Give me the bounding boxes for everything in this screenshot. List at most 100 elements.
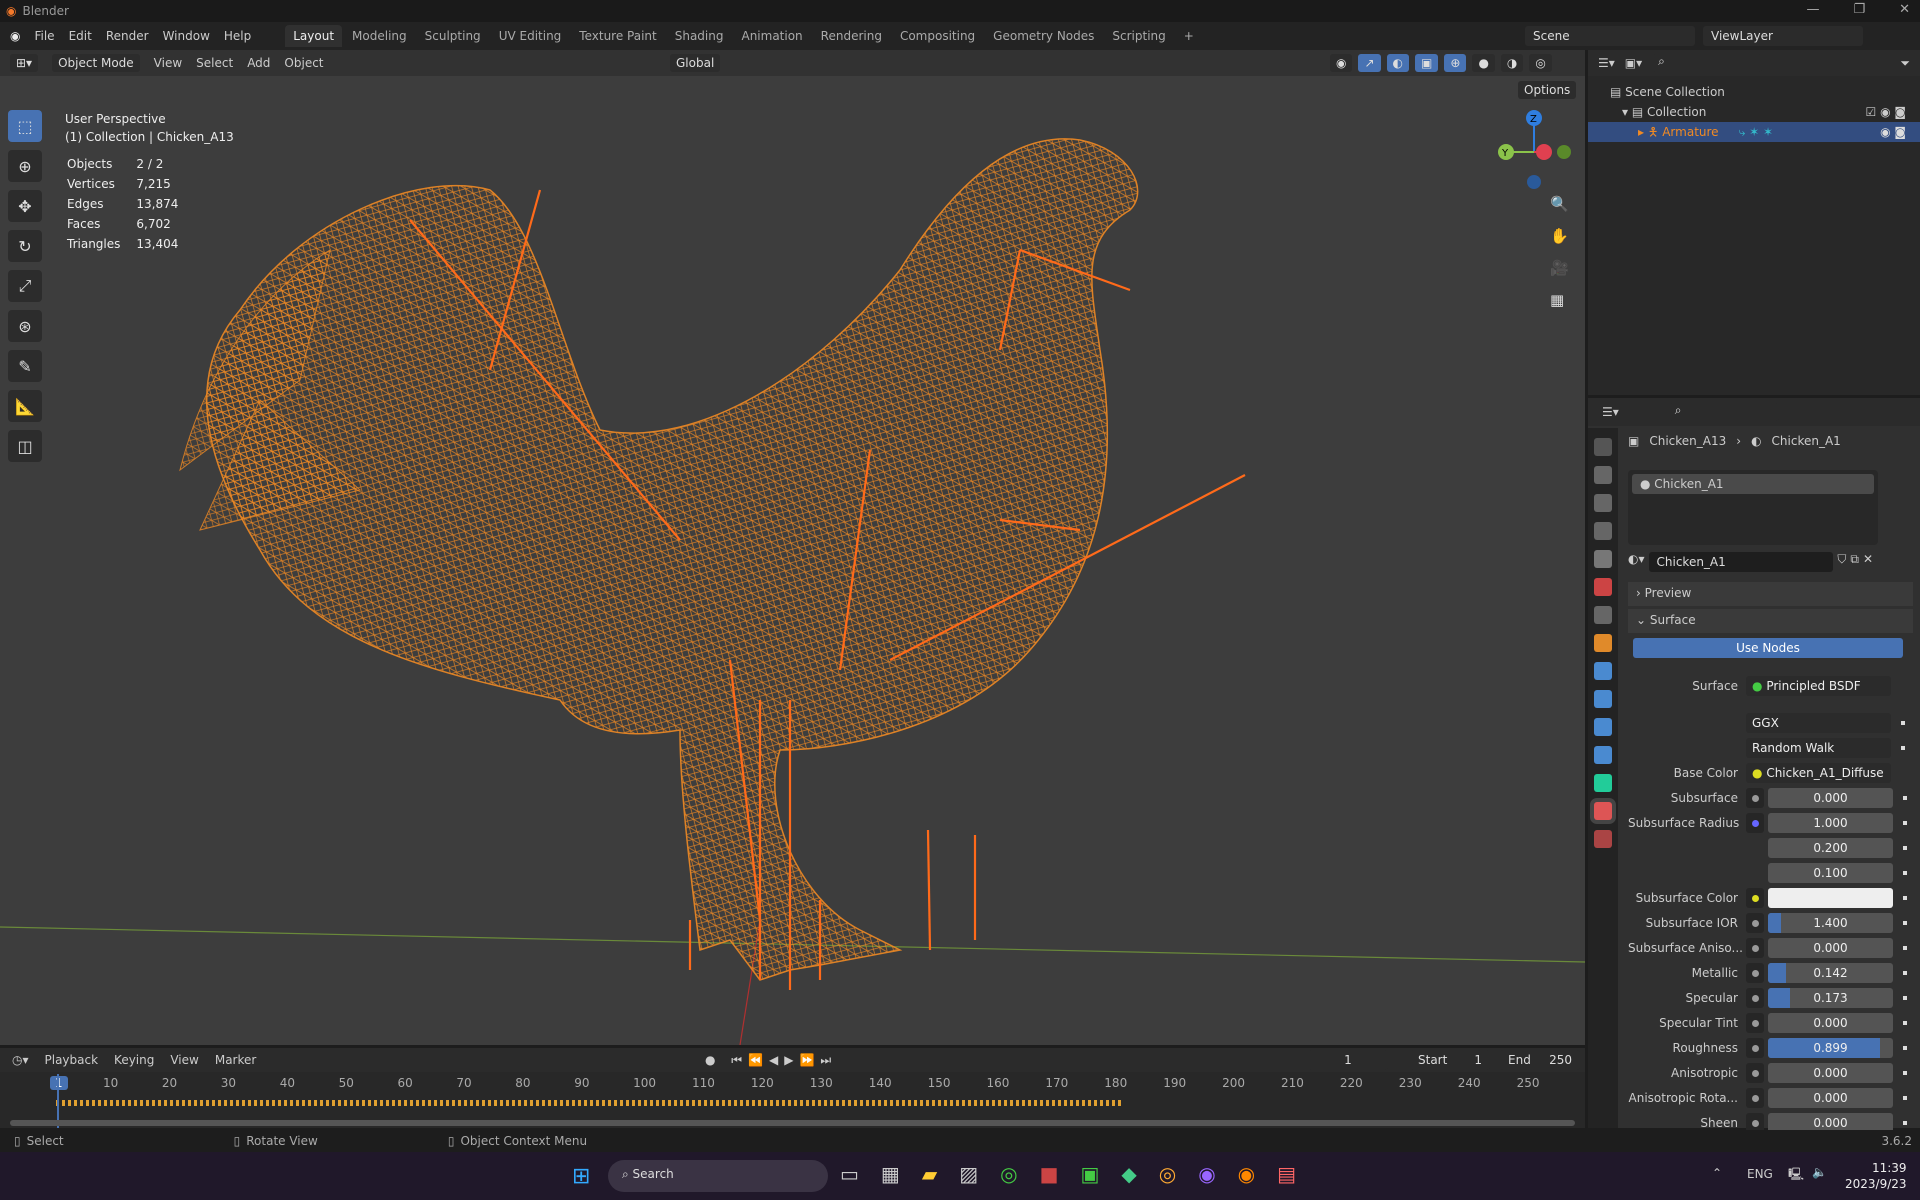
use-nodes-button[interactable]: Use Nodes bbox=[1633, 638, 1903, 658]
workspace-tab-sculpting[interactable]: Sculpting bbox=[417, 25, 489, 47]
rendered-shading-icon[interactable]: ◎ bbox=[1529, 54, 1552, 72]
keyframe-dot-icon[interactable] bbox=[1903, 1021, 1907, 1025]
render-tab-icon[interactable] bbox=[1594, 466, 1612, 484]
cursor-tool-icon[interactable]: ⊕ bbox=[8, 150, 42, 182]
options-dropdown[interactable]: Options bbox=[1518, 81, 1577, 99]
socket-icon[interactable] bbox=[1746, 1013, 1764, 1033]
material-shading-icon[interactable]: ◑ bbox=[1500, 54, 1524, 72]
scene-collection-item[interactable]: ▤ Scene Collection bbox=[1610, 82, 1920, 102]
view-layer-tab-icon[interactable] bbox=[1594, 522, 1612, 540]
keyframe-dot-icon[interactable] bbox=[1903, 1046, 1907, 1050]
volume-icon[interactable]: 🔈 bbox=[1812, 1165, 1827, 1179]
material-slot-list[interactable]: ● Chicken_A1 bbox=[1628, 470, 1878, 545]
marker-menu[interactable]: Marker bbox=[215, 1053, 256, 1067]
transform-tool-icon[interactable]: ⊛ bbox=[8, 310, 42, 342]
select-box-tool-icon[interactable]: ⬚ bbox=[8, 110, 42, 142]
end-frame-field[interactable]: End 250 bbox=[1500, 1050, 1580, 1070]
collection-item[interactable]: ▾ ▤ Collection ☑ ◉ ◙ bbox=[1610, 102, 1920, 122]
physics-tab-icon[interactable] bbox=[1594, 718, 1612, 736]
property-value-field[interactable]: 0.000 bbox=[1768, 1088, 1893, 1108]
language-indicator[interactable]: ENG bbox=[1747, 1167, 1773, 1181]
add-menu[interactable]: Add bbox=[247, 56, 270, 70]
data-tab-icon[interactable] bbox=[1594, 774, 1612, 792]
socket-icon[interactable] bbox=[1746, 813, 1764, 833]
move-tool-icon[interactable]: ✥ bbox=[8, 190, 42, 222]
distribution-dropdown[interactable]: GGX bbox=[1746, 713, 1891, 733]
app-icon[interactable]: ■ bbox=[1040, 1162, 1059, 1186]
keyframe-dot-icon[interactable] bbox=[1903, 821, 1907, 825]
world-tab-icon[interactable] bbox=[1594, 578, 1612, 596]
workspace-tab-rendering[interactable]: Rendering bbox=[813, 25, 890, 47]
object-menu[interactable]: Object bbox=[284, 56, 323, 70]
editor-type-icon[interactable]: ⊞▾ bbox=[10, 54, 39, 72]
keyframe-dot-icon[interactable] bbox=[1903, 896, 1907, 900]
material-tab-icon[interactable] bbox=[1594, 802, 1612, 820]
wireframe-shading-icon[interactable]: ⊕ bbox=[1444, 54, 1467, 72]
annotate-tool-icon[interactable]: ✎ bbox=[8, 350, 42, 382]
properties-search-input[interactable]: ⌕ bbox=[1668, 403, 1779, 421]
fake-user-icon[interactable]: ⛉ bbox=[1837, 552, 1846, 572]
start-frame-field[interactable]: Start 1 bbox=[1410, 1050, 1490, 1070]
playback-menu[interactable]: Playback bbox=[45, 1053, 99, 1067]
keyframe-dot-icon[interactable] bbox=[1903, 871, 1907, 875]
scale-tool-icon[interactable]: ⤢ bbox=[8, 270, 42, 302]
frame-ruler[interactable]: 1102030405060708090100110120130140150160… bbox=[0, 1076, 1585, 1096]
collection-tab-icon[interactable] bbox=[1594, 606, 1612, 624]
solid-shading-icon[interactable]: ● bbox=[1472, 54, 1495, 72]
keyframe-dot-icon[interactable] bbox=[1903, 1121, 1907, 1125]
workspace-tab-scripting[interactable]: Scripting bbox=[1104, 25, 1173, 47]
menu-edit[interactable]: Edit bbox=[69, 29, 92, 43]
blender-taskbar-icon[interactable]: ◉ bbox=[1238, 1162, 1255, 1186]
keyframe-dot-icon[interactable] bbox=[1903, 971, 1907, 975]
terminal-icon[interactable]: ▣ bbox=[1080, 1162, 1099, 1186]
socket-icon[interactable] bbox=[1746, 788, 1764, 808]
workspace-tab-animation[interactable]: Animation bbox=[733, 25, 810, 47]
menu-render[interactable]: Render bbox=[106, 29, 149, 43]
keyframe-dot-icon[interactable] bbox=[1903, 1096, 1907, 1100]
mode-dropdown[interactable]: Object Mode bbox=[52, 54, 140, 72]
property-value-field[interactable]: 0.142 bbox=[1768, 963, 1893, 983]
property-value-field[interactable]: 0.000 bbox=[1768, 938, 1893, 958]
workspace-tab-texture-paint[interactable]: Texture Paint bbox=[571, 25, 664, 47]
object-tab-icon[interactable] bbox=[1594, 634, 1612, 652]
keyframe-dot-icon[interactable] bbox=[1903, 946, 1907, 950]
property-value-field[interactable]: 0.000 bbox=[1768, 788, 1893, 808]
grid-icon[interactable]: ▦ bbox=[1550, 291, 1569, 309]
keyframe-dot-icon[interactable] bbox=[1903, 796, 1907, 800]
scene-tab-icon[interactable] bbox=[1594, 550, 1612, 568]
property-value-field[interactable]: 0.000 bbox=[1768, 1013, 1893, 1033]
socket-icon[interactable] bbox=[1746, 963, 1764, 983]
chrome-canary-icon[interactable]: ◎ bbox=[1159, 1162, 1176, 1186]
photos-icon[interactable]: ▨ bbox=[959, 1162, 978, 1186]
tool-tab-icon[interactable] bbox=[1594, 438, 1612, 456]
socket-icon[interactable] bbox=[1746, 1038, 1764, 1058]
workspace-tab-shading[interactable]: Shading bbox=[667, 25, 732, 47]
start-icon[interactable]: ⊞ bbox=[572, 1164, 590, 1189]
preview-panel-header[interactable]: › Preview bbox=[1628, 582, 1913, 606]
output-tab-icon[interactable] bbox=[1594, 494, 1612, 512]
current-frame-field[interactable]: 1 bbox=[1308, 1050, 1388, 1070]
taskbar-search[interactable]: ⌕ Search bbox=[608, 1160, 828, 1192]
socket-icon[interactable] bbox=[1746, 988, 1764, 1008]
workspace-tab--[interactable]: + bbox=[1176, 25, 1202, 47]
outliner-search-input[interactable]: ⌕ bbox=[1652, 54, 1763, 72]
keyframe-dot-icon[interactable] bbox=[1903, 846, 1907, 850]
zoom-icon[interactable]: 🔍 bbox=[1550, 195, 1569, 213]
armature-item[interactable]: ▸ 🯅 Armature ⤷ ✶ ✶ ◉ ◙ bbox=[1588, 122, 1920, 142]
keyframes-strip[interactable] bbox=[56, 1100, 1121, 1106]
duplicate-icon[interactable]: ⧉ bbox=[1850, 552, 1859, 572]
socket-icon[interactable] bbox=[1746, 913, 1764, 933]
surface-shader-field[interactable]: ● Principled BSDF bbox=[1746, 676, 1891, 696]
timeline-scrollbar[interactable] bbox=[10, 1120, 1575, 1126]
unlink-icon[interactable]: ✕ bbox=[1863, 552, 1873, 572]
network-icon[interactable]: 🖳 bbox=[1788, 1165, 1804, 1186]
display-mode-icon[interactable]: ☰▾ bbox=[1598, 56, 1615, 70]
material-slot[interactable]: ● Chicken_A1 bbox=[1632, 474, 1874, 494]
property-value-field[interactable]: 1.000 bbox=[1768, 813, 1893, 833]
modifier-tab-icon[interactable] bbox=[1594, 662, 1612, 680]
keyframe-dot-icon[interactable] bbox=[1903, 1071, 1907, 1075]
workspace-tab-geometry-nodes[interactable]: Geometry Nodes bbox=[985, 25, 1102, 47]
task-view-icon[interactable]: ▭ bbox=[840, 1162, 859, 1186]
editor-type-icon[interactable]: ☰▾ bbox=[1602, 405, 1619, 419]
property-value-field[interactable]: 0.200 bbox=[1768, 838, 1893, 858]
